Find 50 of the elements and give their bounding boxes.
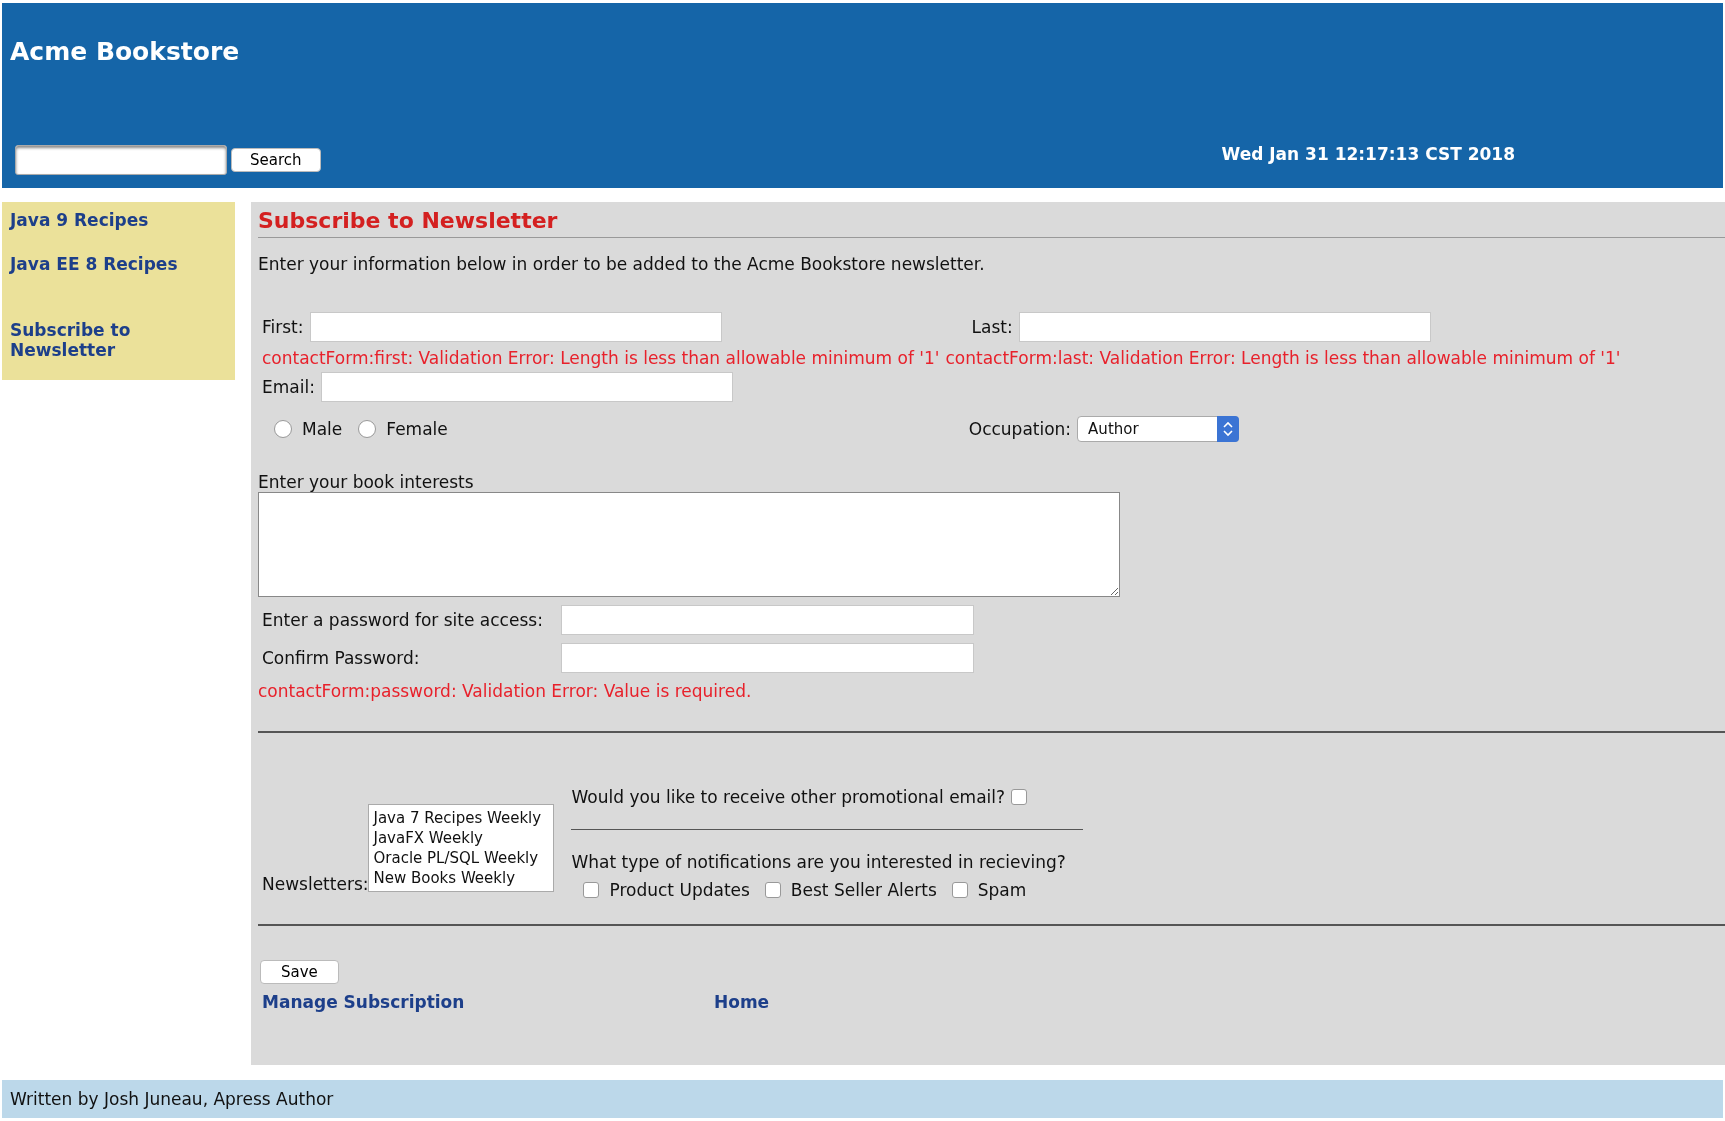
error-message: contactForm:password: Validation Error: Value is required. — [258, 681, 753, 701]
home-link[interactable]: Home — [714, 992, 770, 1012]
checkbox[interactable] — [583, 882, 600, 898]
field-label: First: — [262, 317, 304, 337]
manage-subscription-link[interactable]: Manage Subscription — [262, 992, 714, 1012]
search-button[interactable]: Search — [231, 148, 321, 172]
footer-text: Written by Josh Juneau, Apress Author — [10, 1089, 334, 1109]
error-message: contactForm:first: Validation Error: Length is less than allowable minimum of '1' — [262, 348, 940, 368]
list-option[interactable]: Oracle PL/SQL Weekly — [373, 848, 550, 868]
sidebar-link[interactable]: Java 9 Recipes — [10, 210, 227, 230]
question-text: Would you like to receive other promotional email? — [571, 787, 1006, 807]
field-label: Newsletters: — [262, 874, 369, 894]
field-label: Enter a password for site access: — [262, 610, 544, 630]
caret-icon — [1217, 416, 1240, 442]
page-heading: Subscribe to Newsletter — [258, 208, 559, 233]
question-text: What type of notifications are you interested in recieving? — [571, 852, 1067, 872]
radio-button[interactable] — [274, 420, 292, 438]
list-option[interactable]: New Books Weekly — [373, 868, 550, 888]
save-button[interactable]: Save — [260, 960, 339, 984]
password-field[interactable] — [561, 643, 974, 673]
sidebar-link[interactable]: Subscribe to Newsletter — [10, 320, 150, 360]
checkbox[interactable] — [951, 882, 968, 898]
site-title: Acme Bookstore — [10, 37, 241, 66]
checkbox[interactable] — [764, 882, 781, 898]
sidebar-link[interactable]: Java EE 8 Recipes — [10, 254, 227, 274]
newsletter-listbox[interactable]: Java 7 Recipes Weekly JavaFX Weekly Oracle PL/SQL Weekly New Books Weekly — [368, 804, 555, 892]
password-field[interactable] — [561, 605, 974, 635]
list-option[interactable]: JavaFX Weekly — [373, 828, 550, 848]
field-label: Occupation: — [968, 419, 1072, 439]
occupation-select[interactable]: Author — [1077, 416, 1240, 442]
intro-text: Enter your information below in order to be added to the Acme Bookstore newsletter. — [258, 254, 986, 274]
checkbox-label: Spam — [977, 880, 1027, 900]
list-option[interactable]: Java 7 Recipes Weekly — [373, 808, 550, 828]
input-field[interactable] — [320, 372, 733, 402]
input-field[interactable] — [309, 312, 722, 342]
field-label: Last: — [971, 317, 1013, 337]
input-field[interactable] — [1018, 312, 1431, 342]
checkbox-label: Best Seller Alerts — [790, 880, 937, 900]
checkbox[interactable] — [1011, 789, 1028, 805]
radio-button[interactable] — [358, 420, 377, 438]
field-label: Enter your book interests — [258, 472, 475, 492]
field-label: Email: — [262, 377, 315, 397]
search-field[interactable] — [15, 145, 227, 175]
field-label: Confirm Password: — [262, 648, 421, 668]
error-message: contactForm:last: Validation Error: Length is less than allowable minimum of '1' — [945, 348, 1621, 368]
datetime: Wed Jan 31 12:17:13 CST 2018 — [1221, 144, 1515, 164]
interests-textarea[interactable] — [258, 492, 1120, 597]
radio-label: Female — [386, 419, 448, 439]
radio-label: Male — [302, 419, 343, 439]
checkbox-label: Product Updates — [609, 880, 750, 900]
